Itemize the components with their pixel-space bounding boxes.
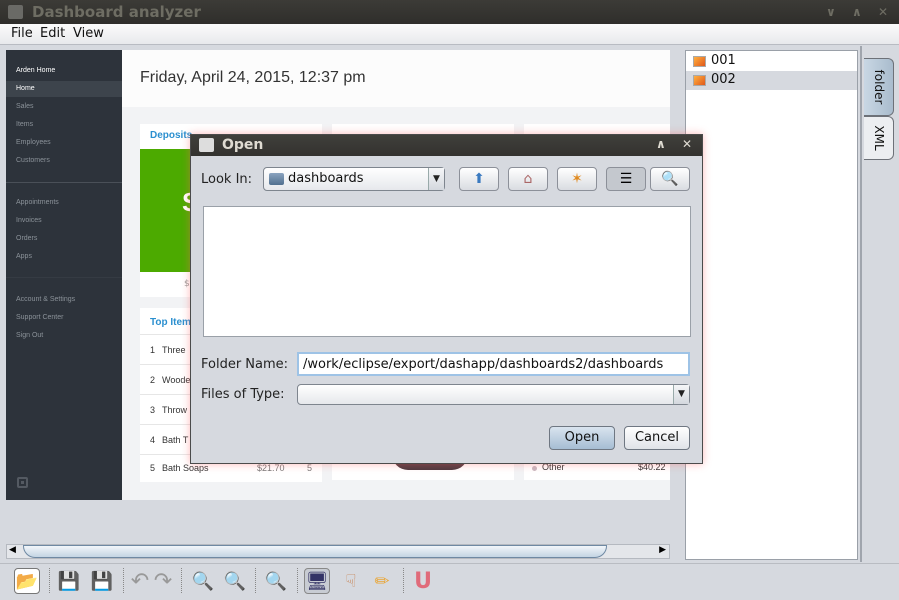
folder-up-icon: ⬆ — [473, 171, 485, 187]
details-view-button[interactable]: 🔍 — [650, 167, 690, 191]
sidebar-item-apps[interactable]: Apps — [16, 253, 32, 260]
file-browser-area[interactable] — [203, 206, 691, 337]
sidebar-item-sales[interactable]: Sales — [16, 103, 34, 110]
new-folder-button[interactable]: ✶ — [557, 167, 597, 191]
menu-bar: File Edit View — [0, 24, 899, 45]
chevron-down-icon[interactable]: ▼ — [428, 168, 444, 190]
java-app-icon — [199, 138, 214, 152]
scroll-right-icon[interactable]: ▶ — [659, 545, 666, 555]
pencil-icon[interactable]: ✏ — [369, 568, 395, 594]
tab-xml[interactable]: XML — [864, 116, 894, 160]
sidebar-divider — [6, 182, 122, 183]
new-folder-icon: ✶ — [571, 171, 583, 187]
sidebar-item-orders[interactable]: Orders — [16, 235, 37, 242]
date-text: Friday, April 24, 2015, 12:37 pm — [140, 69, 366, 86]
cancel-button[interactable]: Cancel — [624, 426, 690, 450]
menu-file[interactable]: File — [11, 26, 33, 41]
collapse-icon[interactable] — [17, 477, 28, 488]
zoom-in-icon[interactable]: 🔍 — [190, 568, 216, 594]
deposits-footer: $ — [184, 279, 190, 289]
close-icon[interactable]: ✕ — [878, 0, 888, 24]
menu-view[interactable]: View — [73, 26, 104, 41]
sidebar-item-sign-out[interactable]: Sign Out — [16, 332, 43, 339]
save-icon[interactable]: 💾 — [56, 568, 82, 594]
image-file-icon — [693, 75, 706, 86]
open-button[interactable]: Open — [549, 426, 615, 450]
files-of-type-combo[interactable]: ▼ — [297, 384, 690, 405]
sidebar-item-home[interactable]: Home — [16, 85, 35, 92]
image-file-icon — [693, 56, 706, 67]
sidebar-item-invoices[interactable]: Invoices — [16, 217, 42, 224]
up-one-level-button[interactable]: ⬆ — [459, 167, 499, 191]
folder-name-input[interactable]: /work/eclipse/export/dashapp/dashboards2… — [297, 352, 690, 376]
sidebar-item-items[interactable]: Items — [16, 121, 33, 128]
sidebar-item-support-center[interactable]: Support Center — [16, 314, 63, 321]
scroll-thumb[interactable] — [23, 545, 607, 558]
zoom-out-icon[interactable]: 🔍 — [222, 568, 248, 594]
main-toolbar: 📂 💾 💾 ↶ ↷ 🔍 🔍 🔍 🖥 ☟ ✏ U — [0, 563, 899, 596]
sidebar-item-employees[interactable]: Employees — [16, 139, 51, 146]
scroll-left-icon[interactable]: ◀ — [9, 545, 16, 555]
dialog-close-icon[interactable]: ✕ — [682, 137, 692, 151]
window-titlebar: Dashboard analyzer ∨ ∧ ✕ — [0, 0, 899, 24]
sidebar-item-account-settings[interactable]: Account & Settings — [16, 296, 75, 303]
dialog-title: Open — [222, 137, 264, 153]
home-icon: ⌂ — [523, 171, 533, 187]
maximize-icon[interactable]: ∧ — [852, 0, 862, 24]
look-in-combo[interactable]: dashboards ▼ — [263, 167, 445, 191]
dialog-titlebar: Open ∧ ✕ — [191, 135, 702, 156]
hand-icon[interactable]: ☟ — [338, 568, 364, 594]
window-title: Dashboard analyzer — [32, 3, 201, 21]
open-folder-icon[interactable]: 📂 — [14, 568, 40, 594]
list-item[interactable]: 001 — [686, 52, 857, 71]
list-icon: ☰ — [619, 171, 633, 187]
date-header: Friday, April 24, 2015, 12:37 pm — [122, 50, 670, 107]
sidebar-item-appointments[interactable]: Appointments — [16, 199, 59, 206]
sidebar-brand: Arden Home — [16, 67, 56, 74]
list-item[interactable]: 002 — [686, 71, 857, 90]
sidebar-divider — [6, 277, 122, 278]
panel-divider[interactable] — [860, 46, 862, 562]
save-as-icon[interactable]: 💾 — [89, 568, 115, 594]
look-in-label: Look In: — [201, 172, 253, 187]
folder-name-label: Folder Name: — [201, 357, 289, 372]
zoom-icon[interactable]: 🔍 — [263, 568, 289, 594]
details-icon: 🔍 — [661, 171, 679, 187]
sidebar-item-customers[interactable]: Customers — [16, 157, 50, 164]
minimize-icon[interactable]: ∨ — [826, 0, 836, 24]
menu-edit[interactable]: Edit — [40, 26, 65, 41]
open-dialog: Open ∧ ✕ Look In: dashboards ▼ ⬆ ⌂ ✶ ☰ 🔍… — [190, 134, 703, 464]
presentation-icon[interactable]: 🖥 — [304, 568, 330, 594]
dialog-maximize-icon[interactable]: ∧ — [656, 137, 666, 151]
folder-icon — [269, 173, 284, 185]
legend-dot — [532, 466, 537, 471]
file-list-panel: 001 002 — [685, 50, 858, 560]
home-button[interactable]: ⌂ — [508, 167, 548, 191]
redo-icon[interactable]: ↷ — [150, 568, 176, 594]
app-icon — [8, 5, 23, 19]
chevron-down-icon[interactable]: ▼ — [673, 385, 689, 404]
tab-folder[interactable]: folder — [864, 58, 894, 116]
files-of-type-label: Files of Type: — [201, 387, 285, 402]
magnet-icon[interactable]: U — [410, 568, 436, 594]
horizontal-scrollbar[interactable]: ◀ ▶ — [6, 544, 670, 559]
list-view-button[interactable]: ☰ — [606, 167, 646, 191]
dashboard-sidebar: Arden Home Home Sales Items Employees Cu… — [6, 50, 122, 500]
deposits-title: Deposits — [150, 130, 193, 141]
